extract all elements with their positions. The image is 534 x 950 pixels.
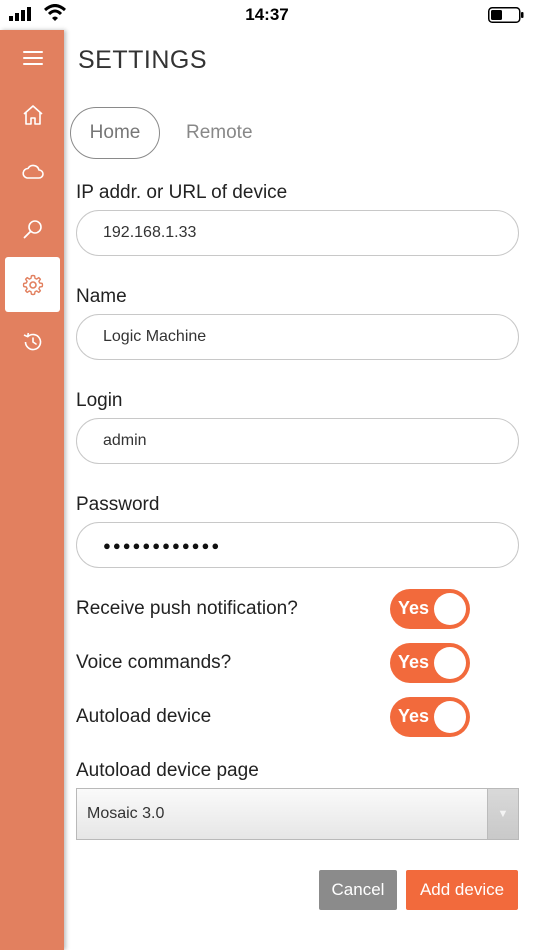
autoload-page-value: Mosaic 3.0 [87,805,165,822]
login-label: Login [76,390,123,411]
name-label: Name [76,286,127,307]
ip-input[interactable]: 192.168.1.33 [76,210,519,256]
autoload-page-label: Autoload device page [76,760,259,781]
tab-remote[interactable]: Remote [186,122,253,144]
password-input[interactable]: ●●●●●●●●●●●● [76,522,519,568]
voice-commands-toggle-text: Yes [398,652,430,672]
battery-icon [488,7,524,23]
page-title: SETTINGS [78,46,208,74]
voice-commands-label: Voice commands? [76,652,232,673]
sidebar-item-settings[interactable] [5,257,60,312]
home-icon [22,104,43,125]
select-arrow-button[interactable]: ▼ [487,789,518,839]
toggle-knob [434,647,466,679]
voice-commands-toggle[interactable]: Yes [390,643,470,683]
status-bar: 14:37 [0,0,534,30]
gear-icon [22,274,43,295]
toggle-knob [434,593,466,625]
login-input[interactable]: admin [76,418,519,464]
sidebar-item-cloud[interactable] [5,144,60,199]
sidebar [0,30,64,950]
toggle-knob [434,701,466,733]
name-input[interactable]: Logic Machine [76,314,519,360]
triangle-down-icon: ▼ [497,808,509,820]
cancel-button[interactable]: Cancel [319,870,397,910]
password-label: Password [76,494,160,515]
push-notification-label: Receive push notification? [76,598,298,619]
push-notification-toggle[interactable]: Yes [390,589,470,629]
sidebar-item-history[interactable] [5,314,60,369]
status-time: 14:37 [245,5,289,24]
autoload-page-select[interactable]: Mosaic 3.0 ▼ [76,788,519,840]
autoload-device-toggle-text: Yes [398,706,430,726]
autoload-device-label: Autoload device [76,706,212,727]
autoload-device-toggle[interactable]: Yes [390,697,470,737]
menu-icon [22,50,43,65]
sidebar-item-search[interactable] [5,201,60,256]
sidebar-menu-button[interactable] [5,30,60,85]
search-icon [23,219,42,238]
ip-label: IP addr. or URL of device [76,182,288,203]
sidebar-item-home[interactable] [5,87,60,142]
add-device-button[interactable]: Add device [406,870,518,910]
tab-home[interactable]: Home [70,107,160,159]
history-icon [23,332,41,350]
push-notification-toggle-text: Yes [398,598,430,618]
cloud-icon [21,164,44,179]
